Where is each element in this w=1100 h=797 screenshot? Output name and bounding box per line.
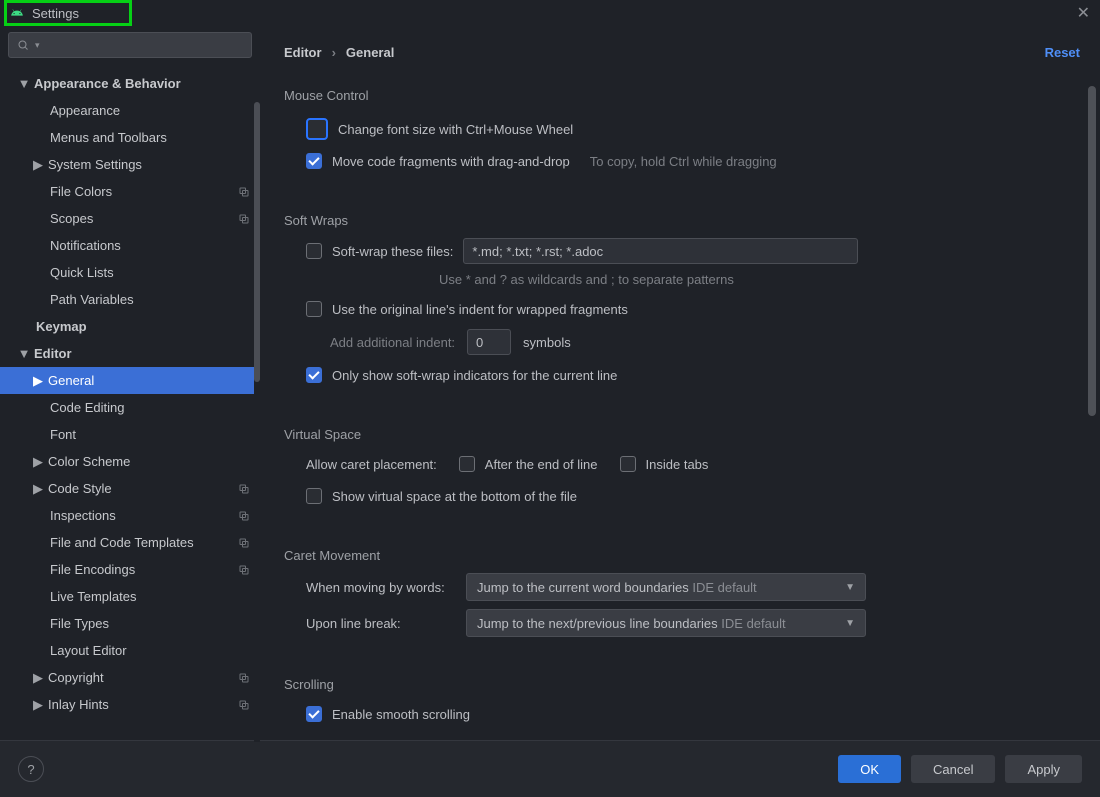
label-after-eol: After the end of line [485, 457, 598, 472]
section-soft-wraps: Soft Wraps [284, 213, 1072, 228]
scheme-icon [238, 510, 250, 522]
tree-file-code-templates[interactable]: File and Code Templates [0, 529, 260, 556]
dropdown-line-break[interactable]: Jump to the next/previous line boundarie… [466, 609, 866, 637]
label-change-font-size: Change font size with Ctrl+Mouse Wheel [338, 122, 573, 137]
label-inside-tabs: Inside tabs [646, 457, 709, 472]
breadcrumb-separator: › [332, 45, 336, 60]
label-soft-wrap-files: Soft-wrap these files: [332, 244, 453, 259]
help-button[interactable]: ? [18, 756, 44, 782]
dropdown-word-boundaries[interactable]: Jump to the current word boundaries IDE … [466, 573, 866, 601]
tree-keymap[interactable]: Keymap [0, 313, 260, 340]
tree-live-templates[interactable]: Live Templates [0, 583, 260, 610]
search-input[interactable]: ▾ [8, 32, 252, 58]
label-original-indent: Use the original line's indent for wrapp… [332, 302, 628, 317]
label-smooth-scrolling: Enable smooth scrolling [332, 707, 470, 722]
cancel-button[interactable]: Cancel [911, 755, 995, 783]
checkbox-smooth-scrolling[interactable] [306, 706, 322, 722]
label-show-virtual-space: Show virtual space at the bottom of the … [332, 489, 577, 504]
input-add-indent[interactable] [467, 329, 511, 355]
checkbox-soft-wrap-indicators[interactable] [306, 367, 322, 383]
tree-inlay-hints[interactable]: ▶Inlay Hints [0, 691, 260, 718]
tree-appearance[interactable]: Appearance [0, 97, 260, 124]
window-title: Settings [32, 6, 79, 21]
tree-file-types[interactable]: File Types [0, 610, 260, 637]
scheme-icon [238, 537, 250, 549]
tree-scopes[interactable]: Scopes [0, 205, 260, 232]
tree-copyright[interactable]: ▶Copyright [0, 664, 260, 691]
tree-file-encodings[interactable]: File Encodings [0, 556, 260, 583]
label-allow-caret: Allow caret placement: [306, 457, 437, 472]
tree-font[interactable]: Font [0, 421, 260, 448]
apply-button[interactable]: Apply [1005, 755, 1082, 783]
close-icon[interactable]: ✕ [1077, 3, 1090, 23]
hint-move-fragments: To copy, hold Ctrl while dragging [590, 154, 777, 169]
tree-system-settings[interactable]: ▶System Settings [0, 151, 260, 178]
tree-notifications[interactable]: Notifications [0, 232, 260, 259]
checkbox-show-virtual-space[interactable] [306, 488, 322, 504]
scheme-icon [238, 483, 250, 495]
reset-link[interactable]: Reset [1045, 45, 1080, 60]
tree-general[interactable]: ▶General [0, 367, 260, 394]
tree-layout-editor[interactable]: Layout Editor [0, 637, 260, 664]
checkbox-change-font-size[interactable] [306, 118, 328, 140]
tree-file-colors[interactable]: File Colors [0, 178, 260, 205]
tree-code-editing[interactable]: Code Editing [0, 394, 260, 421]
checkbox-soft-wrap-files[interactable] [306, 243, 322, 259]
tree-path-variables[interactable]: Path Variables [0, 286, 260, 313]
label-soft-wrap-indicators: Only show soft-wrap indicators for the c… [332, 368, 617, 383]
checkbox-original-indent[interactable] [306, 301, 322, 317]
ok-button[interactable]: OK [838, 755, 901, 783]
chevron-down-icon: ▼ [845, 582, 855, 593]
section-scrolling: Scrolling [284, 677, 1072, 692]
section-virtual-space: Virtual Space [284, 427, 1072, 442]
label-caret-behavior: Caret behavior: [306, 739, 395, 741]
scheme-icon [238, 699, 250, 711]
label-moving-by-words: When moving by words: [306, 580, 446, 595]
tree-code-style[interactable]: ▶Code Style [0, 475, 260, 502]
checkbox-inside-tabs[interactable] [620, 456, 636, 472]
tree-color-scheme[interactable]: ▶Color Scheme [0, 448, 260, 475]
scheme-icon [238, 672, 250, 684]
tree-inspections[interactable]: Inspections [0, 502, 260, 529]
content-scrollbar[interactable] [1088, 86, 1096, 746]
scheme-icon [238, 213, 250, 225]
tree-quick-lists[interactable]: Quick Lists [0, 259, 260, 286]
breadcrumb-general: General [346, 45, 394, 60]
tree-appearance-behavior[interactable]: ▼Appearance & Behavior [0, 70, 260, 97]
breadcrumb-editor[interactable]: Editor [284, 45, 322, 60]
scheme-icon [238, 564, 250, 576]
tree-editor[interactable]: ▼Editor [0, 340, 260, 367]
section-mouse-control: Mouse Control [284, 88, 1072, 103]
scheme-icon [238, 186, 250, 198]
checkbox-move-fragments[interactable] [306, 153, 322, 169]
hint-wildcards: Use * and ? as wildcards and ; to separa… [439, 272, 1072, 287]
label-add-indent: Add additional indent: [330, 335, 455, 350]
input-soft-wrap-patterns[interactable] [463, 238, 858, 264]
settings-tree: ▼Appearance & Behavior Appearance Menus … [0, 64, 260, 740]
tree-menus-toolbars[interactable]: Menus and Toolbars [0, 124, 260, 151]
label-upon-line-break: Upon line break: [306, 616, 446, 631]
android-icon [10, 6, 24, 20]
section-caret-movement: Caret Movement [284, 548, 1072, 563]
label-symbols: symbols [523, 335, 571, 350]
checkbox-after-eol[interactable] [459, 456, 475, 472]
label-move-fragments: Move code fragments with drag-and-drop [332, 154, 570, 169]
chevron-down-icon: ▼ [845, 618, 855, 629]
